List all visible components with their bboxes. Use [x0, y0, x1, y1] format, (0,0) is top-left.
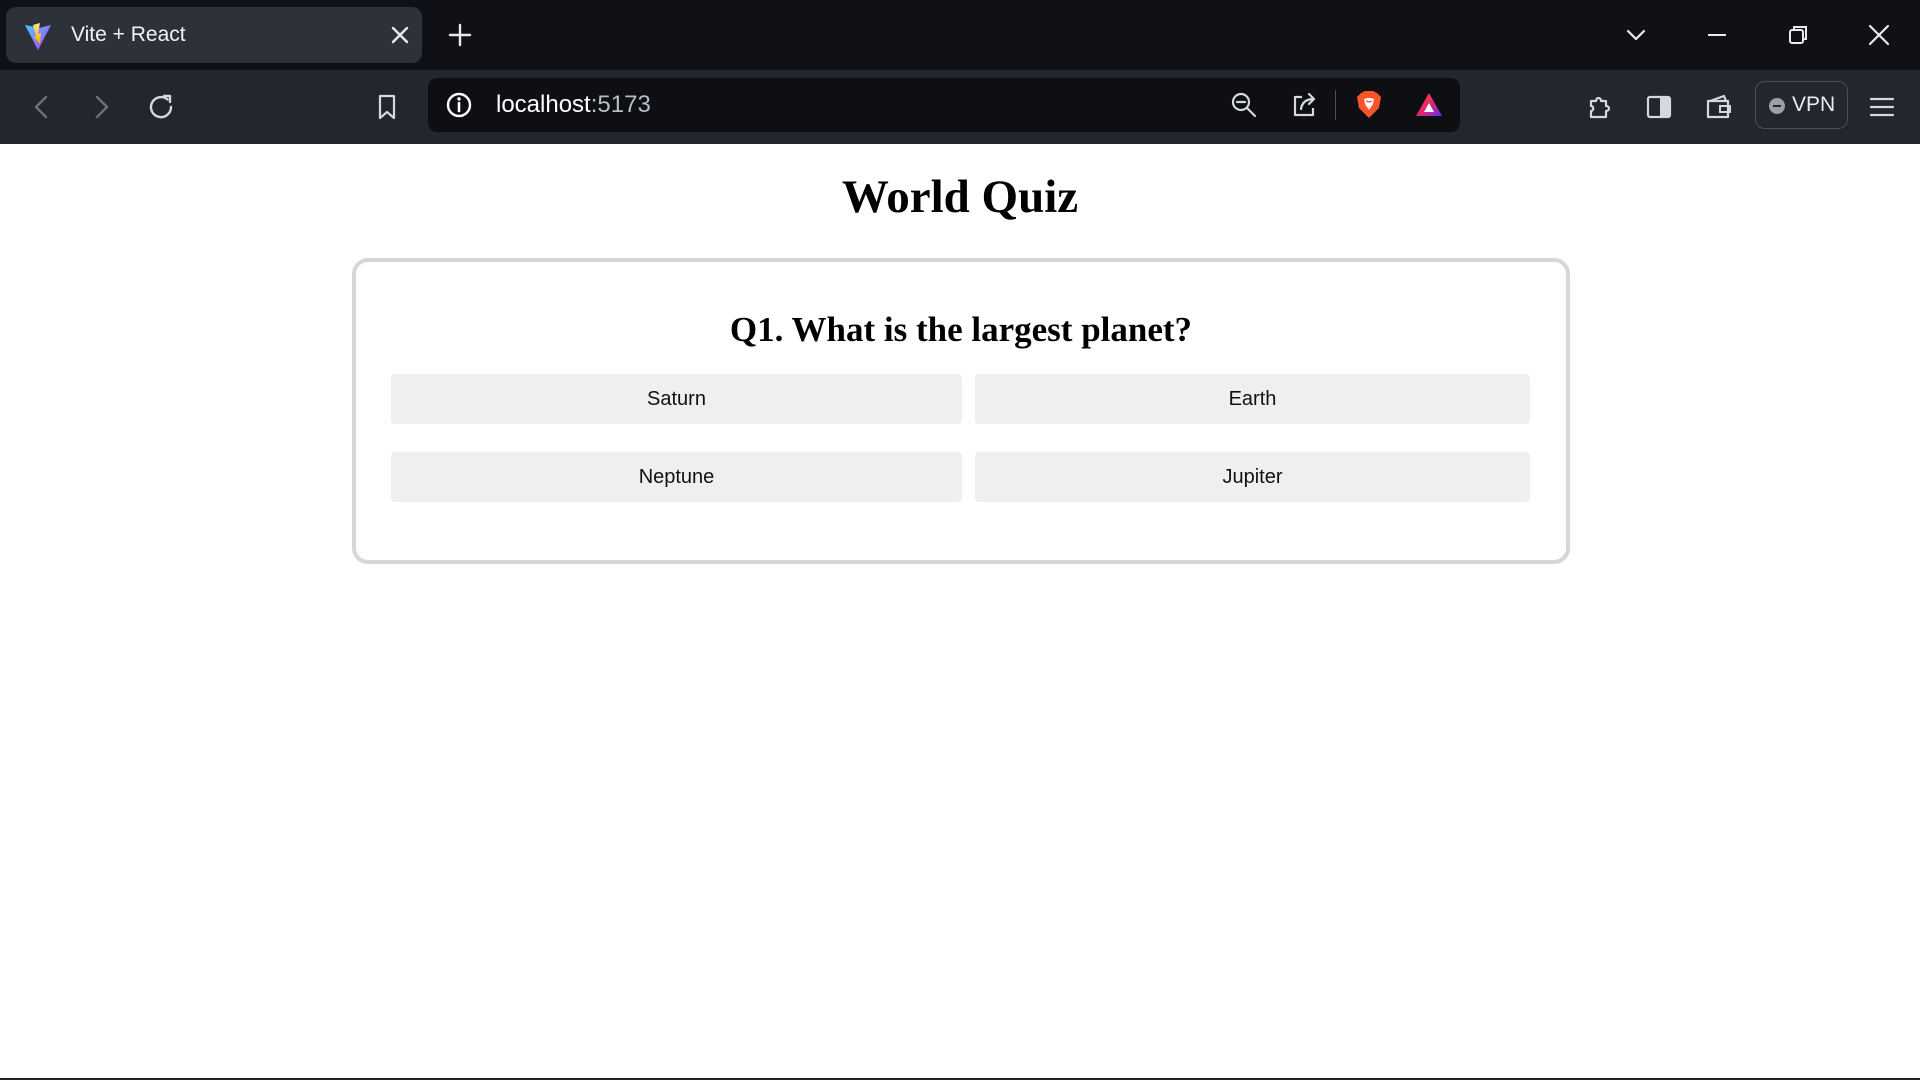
quiz-card: Q1. What is the largest planet? Saturn E…	[352, 258, 1570, 564]
vpn-label: VPN	[1792, 93, 1836, 116]
answer-option-button[interactable]: Neptune	[391, 452, 962, 502]
answer-option-button[interactable]: Jupiter	[975, 452, 1530, 502]
page-title: World Quiz	[841, 171, 1079, 223]
back-icon[interactable]	[26, 91, 58, 123]
close-tab-icon[interactable]	[386, 21, 414, 49]
site-info-icon[interactable]	[443, 89, 475, 121]
restore-icon[interactable]	[1783, 20, 1813, 50]
minimize-icon[interactable]	[1702, 20, 1732, 50]
bookmark-icon[interactable]	[371, 91, 403, 123]
close-window-icon[interactable]	[1864, 20, 1894, 50]
extensions-icon[interactable]	[1584, 91, 1616, 123]
vpn-button[interactable]: VPN	[1755, 81, 1848, 129]
wallet-icon[interactable]	[1703, 91, 1735, 123]
answer-option-button[interactable]: Saturn	[391, 374, 962, 424]
url-text: localhost:5173	[496, 78, 651, 132]
browser-tab[interactable]: Vite + React	[6, 7, 422, 63]
tab-list-chevron-down-icon[interactable]	[1621, 20, 1651, 50]
forward-icon[interactable]	[85, 91, 117, 123]
vite-logo-icon	[25, 23, 51, 50]
share-icon[interactable]	[1288, 89, 1320, 121]
menu-icon[interactable]	[1866, 91, 1898, 123]
tab-title: Vite + React	[71, 23, 186, 46]
url-port: :5173	[590, 91, 651, 118]
browser-toolbar: localhost:5173 VPN	[0, 70, 1920, 144]
tab-strip: Vite + React	[0, 0, 1920, 70]
address-bar[interactable]: localhost:5173	[428, 78, 1460, 132]
page-content: World Quiz Q1. What is the largest plane…	[0, 144, 1920, 1080]
new-tab-icon[interactable]	[446, 20, 474, 50]
brave-shields-icon[interactable]	[1353, 88, 1385, 120]
address-bar-divider	[1335, 90, 1336, 120]
brave-rewards-icon[interactable]	[1413, 89, 1445, 121]
question-text: Q1. What is the largest planet?	[729, 310, 1193, 349]
answer-option-button[interactable]: Earth	[975, 374, 1530, 424]
url-host: localhost	[496, 91, 591, 118]
zoom-out-icon[interactable]	[1228, 89, 1260, 121]
vpn-status-icon	[1769, 98, 1785, 114]
reload-icon[interactable]	[145, 91, 177, 123]
sidebar-icon[interactable]	[1643, 91, 1675, 123]
